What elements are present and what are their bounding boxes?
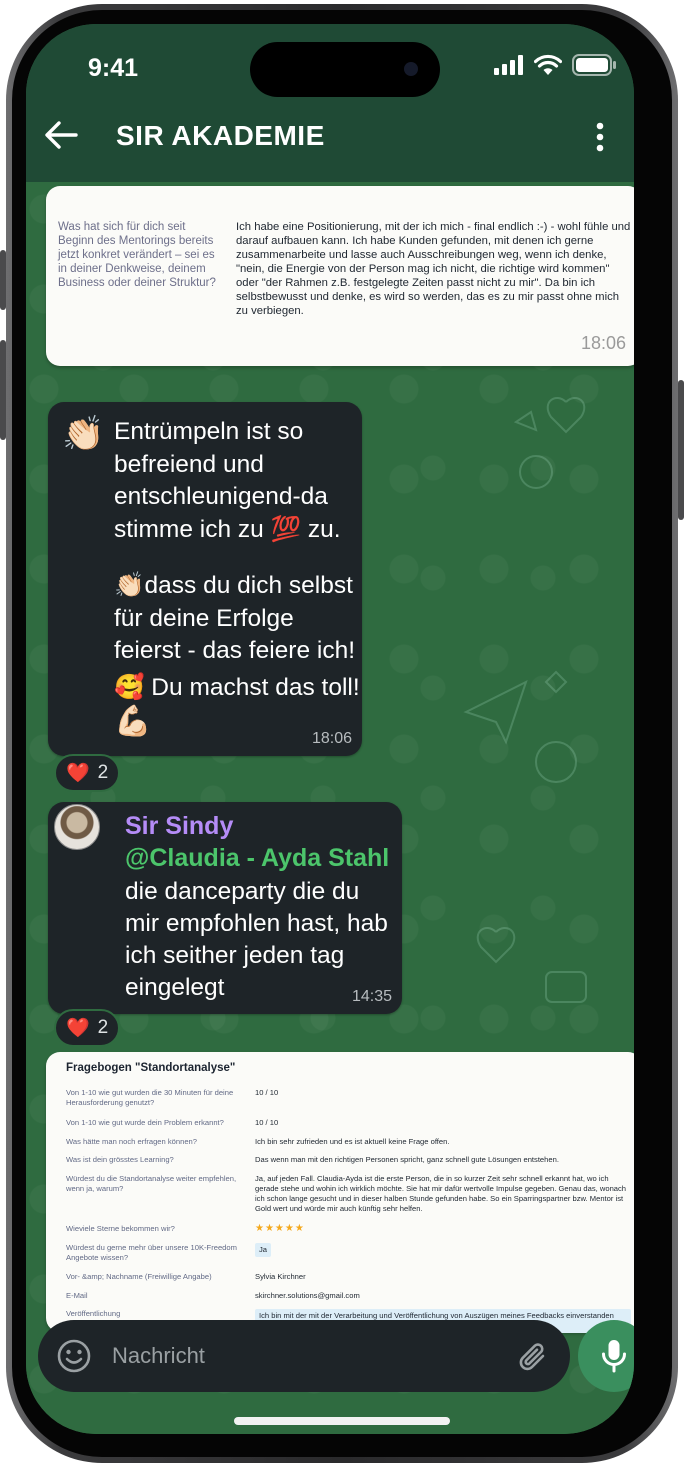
doodle-pattern bbox=[463, 670, 577, 783]
message-text: Entrümpeln ist so befreiend und entschle… bbox=[114, 418, 341, 543]
row-label: Von 1-10 wie gut wurden die 30 Minuten f… bbox=[66, 1088, 234, 1107]
doodle-pattern bbox=[513, 397, 586, 489]
chat-area[interactable]: Was hat sich für dich seit Beginn des Me… bbox=[26, 182, 634, 1434]
reaction-count: 2 bbox=[97, 762, 109, 783]
row-label: Was hätte man noch erfragen können? bbox=[66, 1137, 198, 1146]
screen: 9:41 SIR AKADEMIE Was hat sich für dich … bbox=[26, 24, 634, 1434]
row-label: Würdest du gerne mehr über unsere 10K-Fr… bbox=[66, 1243, 237, 1262]
message-text: die danceparty die du mir empfohlen hast… bbox=[125, 878, 388, 1001]
avatar[interactable] bbox=[54, 804, 100, 850]
home-indicator[interactable] bbox=[234, 1417, 450, 1425]
doodle-pattern bbox=[476, 927, 587, 1003]
message-time: 14:35 bbox=[351, 988, 392, 1005]
row-value: Ja, auf jeden Fall. Claudia-Ayda ist die… bbox=[255, 1174, 627, 1213]
star-rating: ★★★★★ bbox=[255, 1223, 305, 1234]
dynamic-island bbox=[250, 42, 440, 97]
message-text: 👏🏻dass du dich selbst für deine Erfolge … bbox=[114, 572, 356, 664]
message-time: 18:06 bbox=[311, 730, 352, 747]
message-bubble[interactable]: Sir Sindy @Claudia - Ayda Stahl die danc… bbox=[48, 802, 402, 1014]
emoji-icon[interactable] bbox=[56, 1338, 92, 1374]
row-value: 10 / 10 bbox=[255, 1118, 279, 1127]
image-message-testimonial[interactable]: Was hat sich für dich seit Beginn des Me… bbox=[46, 186, 634, 366]
row-value: Das wenn man mit den richtigen Personen … bbox=[255, 1155, 559, 1164]
row-value: Ich bin sehr zufrieden und es ist aktuel… bbox=[255, 1137, 450, 1146]
mention-link[interactable]: @Claudia - Ayda Stahl bbox=[125, 844, 389, 873]
message-composer bbox=[38, 1320, 570, 1392]
questionnaire-title: Fragebogen "Standortanalyse" bbox=[66, 1062, 236, 1074]
side-button bbox=[678, 380, 684, 520]
more-vertical-icon[interactable] bbox=[596, 122, 604, 152]
wifi-icon bbox=[534, 54, 562, 75]
signal-icon bbox=[494, 55, 523, 75]
sender-name[interactable]: Sir Sindy bbox=[125, 812, 233, 841]
row-label: E-Mail bbox=[66, 1291, 88, 1300]
back-arrow-icon[interactable] bbox=[44, 120, 78, 150]
testimonial-answer: Ich habe eine Positionierung, mit der ic… bbox=[236, 221, 631, 317]
reaction-badge[interactable]: ❤️ 2 bbox=[54, 754, 121, 792]
message-text: 🥰 Du machst das toll! bbox=[114, 674, 360, 701]
mic-icon bbox=[602, 1340, 626, 1373]
row-label: Von 1-10 wie gut wurde dein Problem erka… bbox=[66, 1118, 224, 1127]
row-label: Was ist dein grösstes Learning? bbox=[66, 1155, 174, 1164]
status-icons bbox=[494, 54, 616, 76]
side-button bbox=[0, 250, 6, 310]
testimonial-question: Was hat sich für dich seit Beginn des Me… bbox=[58, 221, 216, 289]
clap-emoji: 👏🏻 bbox=[62, 415, 105, 453]
status-time: 9:41 bbox=[88, 54, 139, 82]
row-label: Würdest du die Standortanalyse weiter em… bbox=[66, 1174, 237, 1193]
row-value: 10 / 10 bbox=[255, 1088, 279, 1097]
reaction-badge[interactable]: ❤️ 2 bbox=[54, 1009, 121, 1047]
heart-icon: ❤️ bbox=[66, 1018, 90, 1039]
row-label: Wieviele Sterne bekommen wir? bbox=[66, 1224, 175, 1233]
message-bubble[interactable]: 👏🏻 Entrümpeln ist so befreiend und entsc… bbox=[48, 402, 362, 756]
message-time: 18:06 bbox=[580, 333, 626, 353]
reaction-count: 2 bbox=[97, 1017, 109, 1038]
row-label: Vor- &amp; Nachname (Freiwillige Angabe) bbox=[66, 1272, 212, 1281]
answer-chip: Ja bbox=[255, 1243, 272, 1257]
row-value: Ja bbox=[255, 1243, 631, 1257]
attach-icon[interactable] bbox=[516, 1340, 550, 1374]
flexed-biceps-emoji: 💪🏻 bbox=[114, 705, 152, 738]
chat-title[interactable]: SIR AKADEMIE bbox=[116, 120, 325, 152]
row-value: skirchner.solutions@gmail.com bbox=[255, 1291, 360, 1300]
chat-header: 9:41 SIR AKADEMIE bbox=[26, 24, 634, 182]
image-message-questionnaire[interactable]: Fragebogen "Standortanalyse" Von 1-10 wi… bbox=[46, 1052, 634, 1333]
row-value: Sylvia Kirchner bbox=[255, 1272, 306, 1281]
battery-icon bbox=[572, 54, 616, 76]
side-button bbox=[0, 340, 6, 440]
message-input[interactable] bbox=[112, 1338, 492, 1374]
heart-icon: ❤️ bbox=[66, 763, 90, 784]
row-label: Veröffentlichung bbox=[66, 1309, 121, 1318]
